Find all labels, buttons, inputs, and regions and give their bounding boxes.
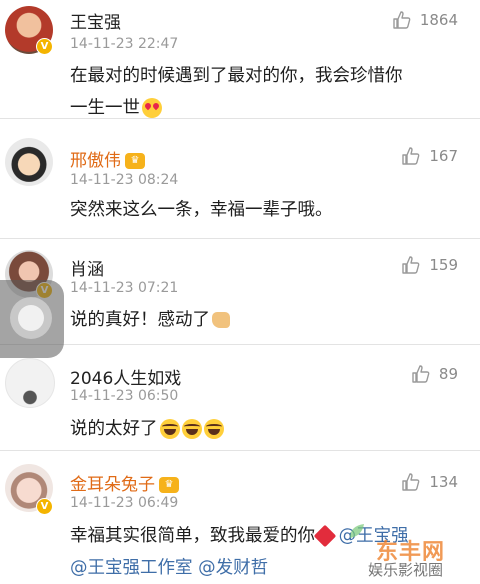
thumbs-up-icon <box>402 473 420 491</box>
comment-text: 说的太好了 <box>70 413 224 445</box>
commenter-name[interactable]: 金耳朵兔子 ♛ <box>70 470 179 495</box>
comment-text-line: 说的真好！感动了 <box>70 304 230 336</box>
leaf-icon <box>350 524 364 538</box>
commenter-name[interactable]: 肖涵 <box>70 255 104 280</box>
comment-text-line: 一生一世 <box>70 92 403 124</box>
comment-time: 14-11-23 06:49 <box>70 495 179 511</box>
commenter-name-text: 邢傲伟 <box>70 151 121 171</box>
like-button[interactable]: 134 <box>401 472 458 492</box>
avatar[interactable] <box>5 358 55 408</box>
like-button[interactable]: 159 <box>401 255 458 275</box>
laughing-tears-emoji-icon <box>159 419 180 439</box>
comment-time: 14-11-23 07:21 <box>70 280 179 296</box>
like-button[interactable]: 167 <box>401 146 458 166</box>
watermark: 东丰网 娱乐影视圈 <box>346 524 476 580</box>
like-count: 89 <box>438 365 458 383</box>
comment-text-fragment: 一生一世 <box>70 98 140 118</box>
comment-text-fragment: 说的真好！感动了 <box>70 310 210 330</box>
comment-time: 14-11-23 22:47 <box>70 36 179 52</box>
avatar[interactable] <box>5 138 53 186</box>
assistive-touch-button[interactable] <box>0 280 64 358</box>
comment-time: 14-11-23 06:50 <box>70 388 179 404</box>
commenter-name[interactable]: 邢傲伟 ♛ <box>70 146 145 171</box>
comment-text-line: 突然来这么一条，幸福一辈子哦。 <box>70 200 333 220</box>
mention-link[interactable]: @王宝强工作室 <box>70 558 193 578</box>
commenter-name-text: 金耳朵兔子 <box>70 475 155 495</box>
thumbs-up-icon <box>402 256 420 274</box>
comment-text: 说的真好！感动了 <box>70 304 230 336</box>
vip-crown-icon: ♛ <box>125 153 145 169</box>
like-button[interactable]: 1864 <box>392 10 458 30</box>
comment-text: 突然来这么一条，幸福一辈子哦。 <box>70 194 333 226</box>
laughing-tears-emoji-icon <box>181 419 202 439</box>
like-count: 1864 <box>419 11 458 29</box>
verified-badge-icon: V <box>36 498 53 515</box>
comment-item: V 王宝强 14-11-23 22:47 1864 在最对的时候遇到了最对的你，… <box>0 0 480 119</box>
comment-text-line: 说的太好了 <box>70 413 224 445</box>
mention-link[interactable]: @发财哲 <box>198 558 268 578</box>
comment-text-fragment: 幸福其实很简单，致我最爱的你 <box>70 526 315 546</box>
heart-emoji-icon <box>313 524 337 548</box>
comment-item: 2046人生如戏 14-11-23 06:50 89 说的太好了 <box>0 344 480 451</box>
like-count: 134 <box>429 473 458 491</box>
thumbs-up-icon <box>402 147 420 165</box>
heart-eyes-emoji-icon <box>142 98 162 118</box>
thumbs-up-icon <box>412 365 430 383</box>
commenter-name[interactable]: 王宝强 <box>70 8 121 33</box>
laughing-tears-emoji-icon <box>203 419 224 439</box>
comment-item: V 肖涵 14-11-23 07:21 159 说的真好！感动了 <box>0 238 480 345</box>
commenter-name[interactable]: 2046人生如戏 <box>70 364 181 389</box>
watermark-subtext: 娱乐影视圈 <box>368 561 444 579</box>
comment-text: 在最对的时候遇到了最对的你，我会珍惜你 一生一世 <box>70 60 403 124</box>
assistive-touch-icon <box>10 297 52 339</box>
verified-badge-icon: V <box>36 38 53 55</box>
vip-crown-icon: ♛ <box>159 477 179 493</box>
comment-text-line: 在最对的时候遇到了最对的你，我会珍惜你 <box>70 66 403 86</box>
comment-time: 14-11-23 08:24 <box>70 172 179 188</box>
thumbs-up-icon <box>393 11 411 29</box>
comment-text-fragment: 说的太好了 <box>70 419 158 439</box>
thumbs-up-emoji-icon <box>212 312 230 328</box>
like-button[interactable]: 89 <box>411 364 458 384</box>
comment-item: 邢傲伟 ♛ 14-11-23 08:24 167 突然来这么一条，幸福一辈子哦。 <box>0 124 480 239</box>
like-count: 167 <box>429 147 458 165</box>
like-count: 159 <box>429 256 458 274</box>
